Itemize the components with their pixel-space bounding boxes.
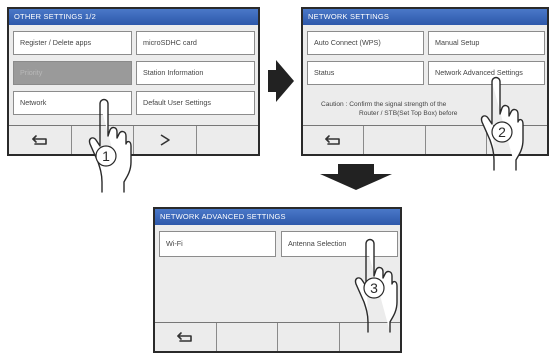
wifi-button[interactable]: Wi-Fi [159, 231, 276, 257]
tap-hand-icon: 3 [354, 238, 398, 333]
default-user-settings-button[interactable]: Default User Settings [136, 91, 255, 115]
tap-hand-icon: 2 [480, 76, 524, 171]
auto-connect-wps-button[interactable]: Auto Connect (WPS) [307, 31, 424, 55]
arrow-down-icon [320, 164, 392, 190]
station-information-button[interactable]: Station Information [136, 61, 255, 85]
priority-button: Priority [13, 61, 132, 85]
nav-empty-slot [197, 126, 259, 154]
chevron-right-icon [160, 134, 170, 146]
status-button[interactable]: Status [307, 61, 424, 85]
next-page-button[interactable] [134, 126, 197, 154]
step-number: 2 [498, 124, 506, 140]
screen-title: NETWORK ADVANCED SETTINGS [155, 209, 400, 225]
nav-empty-slot [364, 126, 426, 154]
register-delete-apps-button[interactable]: Register / Delete apps [13, 31, 132, 55]
back-arrow-icon [31, 135, 47, 145]
manual-setup-button[interactable]: Manual Setup [428, 31, 545, 55]
back-button[interactable] [303, 126, 365, 154]
back-arrow-icon [177, 332, 193, 342]
step-number: 1 [102, 148, 110, 164]
back-arrow-icon [325, 135, 340, 145]
caution-text: Caution : Confirm the signal strength of… [321, 101, 447, 108]
microsdhc-card-button[interactable]: microSDHC card [136, 31, 255, 55]
bottom-nav-bar [9, 125, 258, 154]
nav-empty-slot [278, 323, 340, 351]
screen-title: OTHER SETTINGS 1/2 [9, 9, 258, 25]
caution-text-line2: Router / STB(Set Top Box) before [359, 110, 458, 117]
nav-empty-slot [217, 323, 278, 351]
back-button[interactable] [9, 126, 72, 154]
back-button[interactable] [155, 323, 217, 351]
arrow-right-icon [268, 60, 294, 102]
screen-other-settings: OTHER SETTINGS 1/2 Register / Delete app… [7, 7, 260, 156]
tap-hand-icon: 1 [88, 98, 132, 193]
step-number: 3 [370, 280, 378, 296]
screen-title: NETWORK SETTINGS [303, 9, 547, 25]
